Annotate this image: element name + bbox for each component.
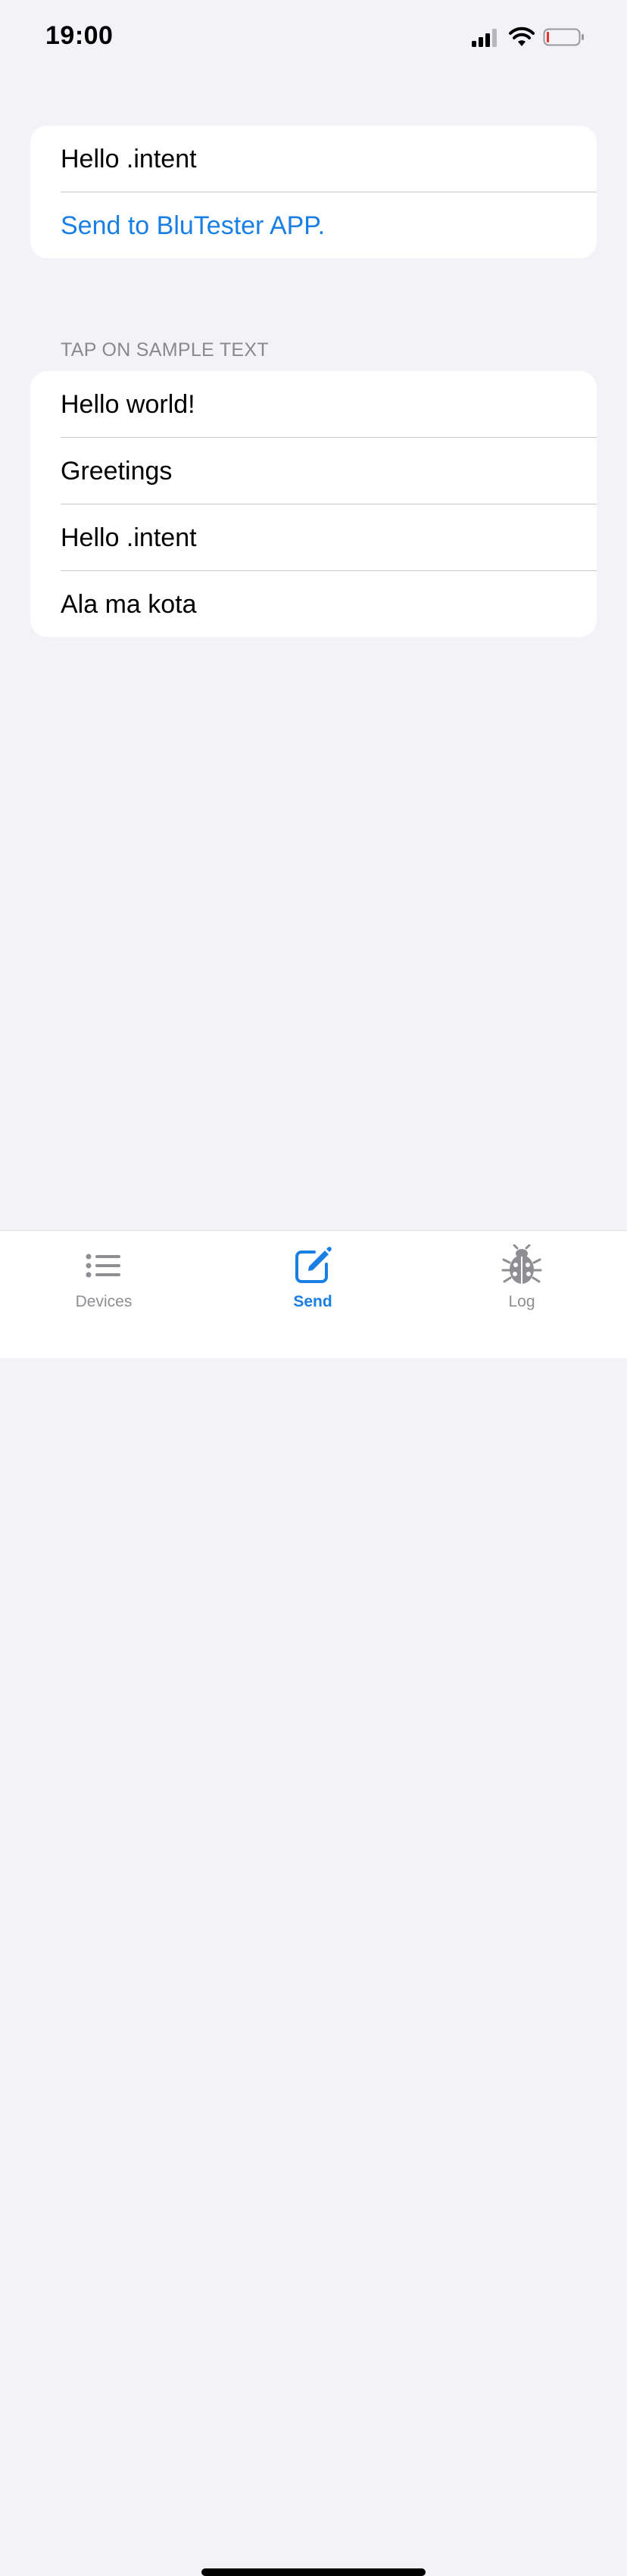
- tab-devices[interactable]: Devices: [28, 1231, 179, 1314]
- list-icon: [86, 1254, 120, 1278]
- message-field[interactable]: Hello .intent: [30, 126, 597, 192]
- message-group: Hello .intent Send to BluTester APP.: [30, 126, 597, 258]
- sample-item-hello-world[interactable]: Hello world!: [30, 371, 597, 438]
- cellular-signal-icon: [472, 29, 497, 47]
- compose-icon: [295, 1247, 332, 1283]
- home-indicator[interactable]: [201, 2568, 426, 2576]
- tab-devices-label: Devices: [75, 1293, 133, 1310]
- tab-bar: Devices Send Log: [0, 1230, 627, 2576]
- sample-item-greetings[interactable]: Greetings: [30, 438, 597, 504]
- tab-send-label: Send: [293, 1293, 332, 1310]
- tab-log[interactable]: Log: [446, 1231, 597, 1314]
- sample-text-header: TAP ON SAMPLE TEXT: [61, 339, 269, 361]
- tab-log-label: Log: [508, 1293, 535, 1310]
- tab-send[interactable]: Send: [237, 1231, 388, 1314]
- sample-item-ala-ma-kota[interactable]: Ala ma kota: [30, 571, 597, 637]
- status-bar: 19:00: [0, 0, 627, 76]
- battery-icon: [543, 28, 584, 46]
- ladybug-icon: [501, 1244, 542, 1284]
- status-icons: [470, 26, 603, 48]
- status-time: 19:00: [45, 21, 114, 50]
- sample-text-list: Hello world! Greetings Hello .intent Ala…: [30, 371, 597, 637]
- send-to-app-button[interactable]: Send to BluTester APP.: [30, 192, 597, 258]
- sample-item-hello-intent[interactable]: Hello .intent: [30, 504, 597, 571]
- wifi-icon: [509, 27, 535, 46]
